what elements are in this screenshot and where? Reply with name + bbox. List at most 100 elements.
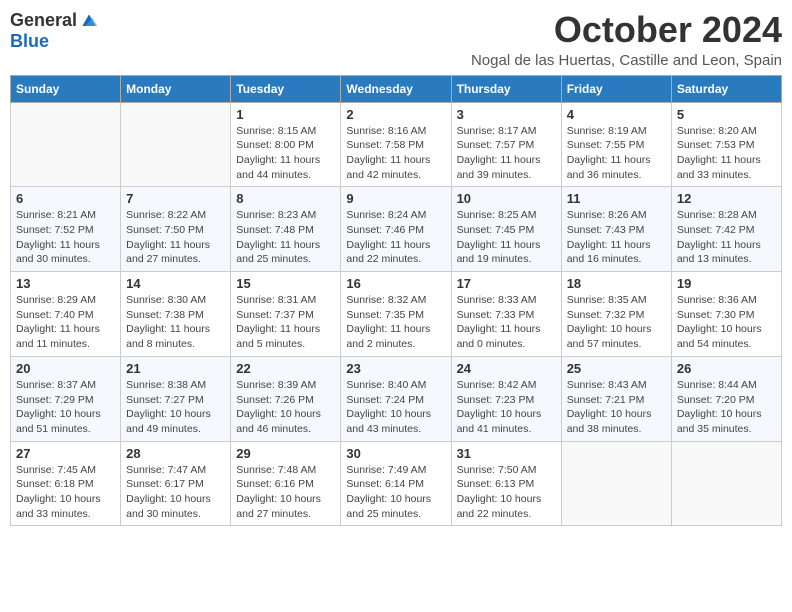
- day-info: Sunrise: 8:25 AM Sunset: 7:45 PM Dayligh…: [457, 208, 556, 267]
- day-info: Sunrise: 8:30 AM Sunset: 7:38 PM Dayligh…: [126, 293, 225, 352]
- calendar-cell: 10Sunrise: 8:25 AM Sunset: 7:45 PM Dayli…: [451, 187, 561, 272]
- calendar-header-monday: Monday: [121, 75, 231, 102]
- calendar-cell: 25Sunrise: 8:43 AM Sunset: 7:21 PM Dayli…: [561, 356, 671, 441]
- day-info: Sunrise: 8:31 AM Sunset: 7:37 PM Dayligh…: [236, 293, 335, 352]
- calendar-cell: 4 Sunrise: 8:19 AM Sunset: 7:55 PM Daylig…: [561, 102, 671, 187]
- day-number: 13: [16, 276, 115, 291]
- day-info: Sunrise: 8:22 AM Sunset: 7:50 PM Dayligh…: [126, 208, 225, 267]
- day-number: 20: [16, 361, 115, 376]
- calendar-cell: 20 Sunrise: 8:37 AM Sunset: 7:29 PM Dayli…: [11, 356, 121, 441]
- calendar-table: SundayMondayTuesdayWednesdayThursdayFrid…: [10, 75, 782, 527]
- calendar-cell: [561, 441, 671, 526]
- calendar-header-tuesday: Tuesday: [231, 75, 341, 102]
- day-number: 11: [567, 191, 666, 206]
- calendar-week-2: 6Sunrise: 8:21 AM Sunset: 7:52 PM Daylig…: [11, 187, 782, 272]
- calendar-cell: 13Sunrise: 8:29 AM Sunset: 7:40 PM Dayli…: [11, 272, 121, 357]
- calendar-cell: 9 Sunrise: 8:24 AM Sunset: 7:46 PM Daylig…: [341, 187, 451, 272]
- day-number: 28: [126, 446, 225, 461]
- day-info: Sunrise: 8:37 AM Sunset: 7:29 PM Dayligh…: [16, 378, 115, 437]
- logo: General Blue: [10, 10, 99, 52]
- calendar-cell: [671, 441, 781, 526]
- day-info: Sunrise: 8:28 AM Sunset: 7:42 PM Dayligh…: [677, 208, 776, 267]
- day-info: Sunrise: 8:24 AM Sunset: 7:46 PM Dayligh…: [346, 208, 445, 267]
- calendar-cell: 15 Sunrise: 8:31 AM Sunset: 7:37 PM Dayli…: [231, 272, 341, 357]
- day-number: 4: [567, 107, 666, 122]
- day-number: 26: [677, 361, 776, 376]
- calendar-cell: 19Sunrise: 8:36 AM Sunset: 7:30 PM Dayli…: [671, 272, 781, 357]
- day-info: Sunrise: 8:23 AM Sunset: 7:48 PM Dayligh…: [236, 208, 335, 267]
- calendar-cell: 22 Sunrise: 8:39 AM Sunset: 7:26 PM Dayli…: [231, 356, 341, 441]
- calendar-cell: 28 Sunrise: 7:47 AM Sunset: 6:17 PM Dayli…: [121, 441, 231, 526]
- day-info: Sunrise: 8:32 AM Sunset: 7:35 PM Dayligh…: [346, 293, 445, 352]
- calendar-header-saturday: Saturday: [671, 75, 781, 102]
- day-number: 21: [126, 361, 225, 376]
- calendar-cell: 14 Sunrise: 8:30 AM Sunset: 7:38 PM Dayli…: [121, 272, 231, 357]
- day-number: 24: [457, 361, 556, 376]
- calendar-cell: 6Sunrise: 8:21 AM Sunset: 7:52 PM Daylig…: [11, 187, 121, 272]
- day-number: 16: [346, 276, 445, 291]
- calendar-cell: 1 Sunrise: 8:15 AM Sunset: 8:00 PM Daylig…: [231, 102, 341, 187]
- day-info: Sunrise: 8:40 AM Sunset: 7:24 PM Dayligh…: [346, 378, 445, 437]
- day-info: Sunrise: 8:20 AM Sunset: 7:53 PM Dayligh…: [677, 124, 776, 183]
- day-info: Sunrise: 8:36 AM Sunset: 7:30 PM Dayligh…: [677, 293, 776, 352]
- day-number: 30: [346, 446, 445, 461]
- day-number: 1: [236, 107, 335, 122]
- calendar-cell: 21 Sunrise: 8:38 AM Sunset: 7:27 PM Dayli…: [121, 356, 231, 441]
- calendar-week-1: 1 Sunrise: 8:15 AM Sunset: 8:00 PM Daylig…: [11, 102, 782, 187]
- day-number: 22: [236, 361, 335, 376]
- day-number: 5: [677, 107, 776, 122]
- logo-general-text: General: [10, 10, 77, 31]
- day-info: Sunrise: 8:43 AM Sunset: 7:21 PM Dayligh…: [567, 378, 666, 437]
- day-info: Sunrise: 7:47 AM Sunset: 6:17 PM Dayligh…: [126, 463, 225, 522]
- day-info: Sunrise: 8:16 AM Sunset: 7:58 PM Dayligh…: [346, 124, 445, 183]
- calendar-cell: 5 Sunrise: 8:20 AM Sunset: 7:53 PM Daylig…: [671, 102, 781, 187]
- calendar-cell: 11Sunrise: 8:26 AM Sunset: 7:43 PM Dayli…: [561, 187, 671, 272]
- day-info: Sunrise: 8:35 AM Sunset: 7:32 PM Dayligh…: [567, 293, 666, 352]
- calendar-cell: 29 Sunrise: 7:48 AM Sunset: 6:16 PM Dayli…: [231, 441, 341, 526]
- day-info: Sunrise: 8:33 AM Sunset: 7:33 PM Dayligh…: [457, 293, 556, 352]
- calendar-cell: 8Sunrise: 8:23 AM Sunset: 7:48 PM Daylig…: [231, 187, 341, 272]
- calendar-cell: [121, 102, 231, 187]
- calendar-header-sunday: Sunday: [11, 75, 121, 102]
- day-number: 23: [346, 361, 445, 376]
- day-number: 7: [126, 191, 225, 206]
- day-info: Sunrise: 8:39 AM Sunset: 7:26 PM Dayligh…: [236, 378, 335, 437]
- page-header: General Blue October 2024 Nogal de las H…: [10, 10, 782, 69]
- day-info: Sunrise: 7:45 AM Sunset: 6:18 PM Dayligh…: [16, 463, 115, 522]
- day-number: 15: [236, 276, 335, 291]
- day-number: 9: [346, 191, 445, 206]
- day-number: 27: [16, 446, 115, 461]
- day-info: Sunrise: 8:19 AM Sunset: 7:55 PM Dayligh…: [567, 124, 666, 183]
- day-info: Sunrise: 8:21 AM Sunset: 7:52 PM Dayligh…: [16, 208, 115, 267]
- calendar-cell: 3Sunrise: 8:17 AM Sunset: 7:57 PM Daylig…: [451, 102, 561, 187]
- month-title: October 2024: [471, 10, 782, 50]
- calendar-cell: 27 Sunrise: 7:45 AM Sunset: 6:18 PM Dayli…: [11, 441, 121, 526]
- day-info: Sunrise: 7:50 AM Sunset: 6:13 PM Dayligh…: [457, 463, 556, 522]
- day-info: Sunrise: 7:49 AM Sunset: 6:14 PM Dayligh…: [346, 463, 445, 522]
- calendar-cell: 31 Sunrise: 7:50 AM Sunset: 6:13 PM Dayli…: [451, 441, 561, 526]
- day-info: Sunrise: 8:42 AM Sunset: 7:23 PM Dayligh…: [457, 378, 556, 437]
- calendar-week-5: 27 Sunrise: 7:45 AM Sunset: 6:18 PM Dayli…: [11, 441, 782, 526]
- day-number: 31: [457, 446, 556, 461]
- day-number: 18: [567, 276, 666, 291]
- calendar-header-friday: Friday: [561, 75, 671, 102]
- calendar-cell: 17 Sunrise: 8:33 AM Sunset: 7:33 PM Dayli…: [451, 272, 561, 357]
- day-number: 17: [457, 276, 556, 291]
- day-info: Sunrise: 8:17 AM Sunset: 7:57 PM Dayligh…: [457, 124, 556, 183]
- calendar-week-4: 20 Sunrise: 8:37 AM Sunset: 7:29 PM Dayli…: [11, 356, 782, 441]
- calendar-header-thursday: Thursday: [451, 75, 561, 102]
- day-info: Sunrise: 7:48 AM Sunset: 6:16 PM Dayligh…: [236, 463, 335, 522]
- title-area: October 2024 Nogal de las Huertas, Casti…: [471, 10, 782, 69]
- logo-icon: [79, 11, 99, 31]
- calendar-cell: 26Sunrise: 8:44 AM Sunset: 7:20 PM Dayli…: [671, 356, 781, 441]
- calendar-header-row: SundayMondayTuesdayWednesdayThursdayFrid…: [11, 75, 782, 102]
- day-info: Sunrise: 8:15 AM Sunset: 8:00 PM Dayligh…: [236, 124, 335, 183]
- day-number: 14: [126, 276, 225, 291]
- calendar-cell: [11, 102, 121, 187]
- day-number: 29: [236, 446, 335, 461]
- calendar-cell: 18 Sunrise: 8:35 AM Sunset: 7:32 PM Dayli…: [561, 272, 671, 357]
- calendar-week-3: 13Sunrise: 8:29 AM Sunset: 7:40 PM Dayli…: [11, 272, 782, 357]
- calendar-cell: 30 Sunrise: 7:49 AM Sunset: 6:14 PM Dayli…: [341, 441, 451, 526]
- day-info: Sunrise: 8:38 AM Sunset: 7:27 PM Dayligh…: [126, 378, 225, 437]
- logo-blue-text: Blue: [10, 31, 49, 52]
